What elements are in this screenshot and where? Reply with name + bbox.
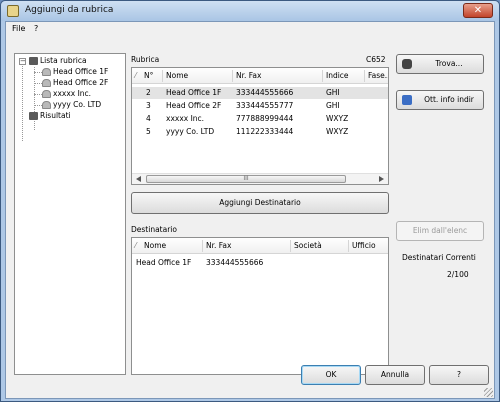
tree-node-label: Head Office 1F bbox=[53, 67, 109, 76]
binoculars-icon bbox=[29, 112, 38, 120]
column-header[interactable]: N° bbox=[144, 71, 153, 80]
dialog-client: File ? − Lista rubrica Head Office 1F He… bbox=[5, 21, 495, 399]
get-info-button-label: Ott. info indir bbox=[424, 95, 474, 104]
title-bar: Aggiungi da rubrica ✕ bbox=[1, 1, 499, 21]
row-name: Head Office 2F bbox=[166, 101, 222, 110]
person-group-icon bbox=[42, 79, 51, 87]
row-name: Head Office 1F bbox=[166, 88, 222, 97]
column-header[interactable]: Ufficio bbox=[352, 241, 376, 250]
table-row[interactable]: 3 Head Office 2F 333444555777 GHI bbox=[132, 100, 388, 112]
binoculars-icon bbox=[402, 59, 412, 69]
tree-node-group[interactable]: yyyy Co. LTD bbox=[42, 100, 101, 109]
window-title: Aggiungi da rubrica bbox=[25, 5, 114, 15]
address-tree[interactable]: − Lista rubrica Head Office 1F Head Offi… bbox=[14, 53, 126, 375]
row-number: 2 bbox=[146, 88, 151, 97]
tree-node-label: Head Office 2F bbox=[53, 78, 109, 87]
scroll-thumb[interactable]: III bbox=[146, 175, 346, 183]
cancel-button[interactable]: Annulla bbox=[365, 365, 425, 385]
find-button-label: Trova... bbox=[435, 59, 463, 68]
address-book-icon bbox=[29, 57, 38, 65]
close-button[interactable]: ✕ bbox=[463, 3, 493, 18]
get-info-button[interactable]: Ott. info indir bbox=[396, 90, 484, 110]
address-book-icon bbox=[7, 5, 19, 17]
row-number: 5 bbox=[146, 127, 151, 136]
column-header[interactable]: Nr. Fax bbox=[236, 71, 261, 80]
tree-node-label: yyyy Co. LTD bbox=[53, 100, 102, 109]
contact-card-icon bbox=[402, 95, 412, 105]
tree-node-label: Risultati bbox=[40, 111, 71, 120]
remove-from-list-button[interactable]: Elim dall'elenc bbox=[396, 221, 484, 241]
tree-node-label: Lista rubrica bbox=[40, 56, 87, 65]
row-number: 3 bbox=[146, 101, 151, 110]
person-group-icon bbox=[42, 68, 51, 76]
row-fax: 333444555666 bbox=[236, 88, 294, 97]
horizontal-scrollbar[interactable]: III bbox=[132, 173, 388, 184]
column-header[interactable]: Nome bbox=[166, 71, 188, 80]
row-index: WXYZ bbox=[326, 114, 349, 123]
row-fax: 333444555777 bbox=[236, 101, 294, 110]
recipient-list[interactable]: ⁄ Nome Nr. Fax Società Ufficio Head Offi… bbox=[131, 237, 389, 375]
current-recipients-count: 2/100 bbox=[447, 270, 469, 279]
column-header[interactable]: Fase... bbox=[368, 71, 388, 80]
tree-node-results[interactable]: Risultati bbox=[29, 111, 71, 120]
row-name: yyyy Co. LTD bbox=[166, 127, 215, 136]
menu-file[interactable]: File bbox=[12, 24, 25, 33]
row-name: Head Office 1F bbox=[136, 258, 192, 267]
row-index: GHI bbox=[326, 101, 340, 110]
menu-help[interactable]: ? bbox=[34, 24, 38, 33]
column-header[interactable]: Indice bbox=[326, 71, 349, 80]
rubrica-list[interactable]: ⁄ N° Nome Nr. Fax Indice Fase... 2 Head … bbox=[131, 67, 389, 185]
row-fax: 333444555666 bbox=[206, 258, 264, 267]
scroll-right-icon[interactable] bbox=[379, 176, 384, 182]
list-header: ⁄ N° Nome Nr. Fax Indice Fase... bbox=[132, 68, 388, 84]
menu-bar: File ? bbox=[6, 22, 494, 36]
help-button[interactable]: ? bbox=[429, 365, 489, 385]
list-header: ⁄ Nome Nr. Fax Società Ufficio bbox=[132, 238, 388, 254]
resize-grip-icon[interactable] bbox=[484, 388, 493, 397]
collapse-toggle[interactable]: − bbox=[19, 58, 26, 65]
column-header[interactable]: Nr. Fax bbox=[206, 241, 231, 250]
row-index: GHI bbox=[326, 88, 340, 97]
scroll-left-icon[interactable] bbox=[136, 176, 141, 182]
dialog-window: Aggiungi da rubrica ✕ File ? − Lista rub… bbox=[0, 0, 500, 402]
tree-node-group[interactable]: Head Office 2F bbox=[42, 78, 108, 87]
row-number: 4 bbox=[146, 114, 151, 123]
row-name: xxxxx Inc. bbox=[166, 114, 205, 123]
tree-node-label: xxxxx Inc. bbox=[53, 89, 92, 98]
table-row[interactable]: 2 Head Office 1F 333444555666 GHI bbox=[132, 87, 388, 99]
rubrica-label: Rubrica bbox=[131, 55, 160, 64]
table-row[interactable]: 5 yyyy Co. LTD 111222333444 WXYZ bbox=[132, 126, 388, 138]
tree-node-root[interactable]: Lista rubrica bbox=[29, 56, 87, 65]
tree-node-group[interactable]: Head Office 1F bbox=[42, 67, 108, 76]
table-row[interactable]: Head Office 1F 333444555666 bbox=[132, 257, 388, 269]
add-recipient-button[interactable]: Aggiungi Destinatario bbox=[131, 192, 389, 214]
row-fax: 111222333444 bbox=[236, 127, 294, 136]
ok-button[interactable]: OK bbox=[301, 365, 361, 385]
current-recipients-label: Destinatari Correnti bbox=[402, 253, 476, 262]
person-group-icon bbox=[42, 90, 51, 98]
find-button[interactable]: Trova... bbox=[396, 54, 484, 74]
column-header[interactable]: Nome bbox=[144, 241, 166, 250]
tree-node-group[interactable]: xxxxx Inc. bbox=[42, 89, 91, 98]
destinatario-label: Destinatario bbox=[131, 225, 177, 234]
row-fax: 777888999444 bbox=[236, 114, 294, 123]
person-group-icon bbox=[42, 101, 51, 109]
row-index: WXYZ bbox=[326, 127, 349, 136]
table-row[interactable]: 4 xxxxx Inc. 777888999444 WXYZ bbox=[132, 113, 388, 125]
device-model-label: C652 bbox=[366, 55, 386, 64]
column-header[interactable]: Società bbox=[294, 241, 322, 250]
